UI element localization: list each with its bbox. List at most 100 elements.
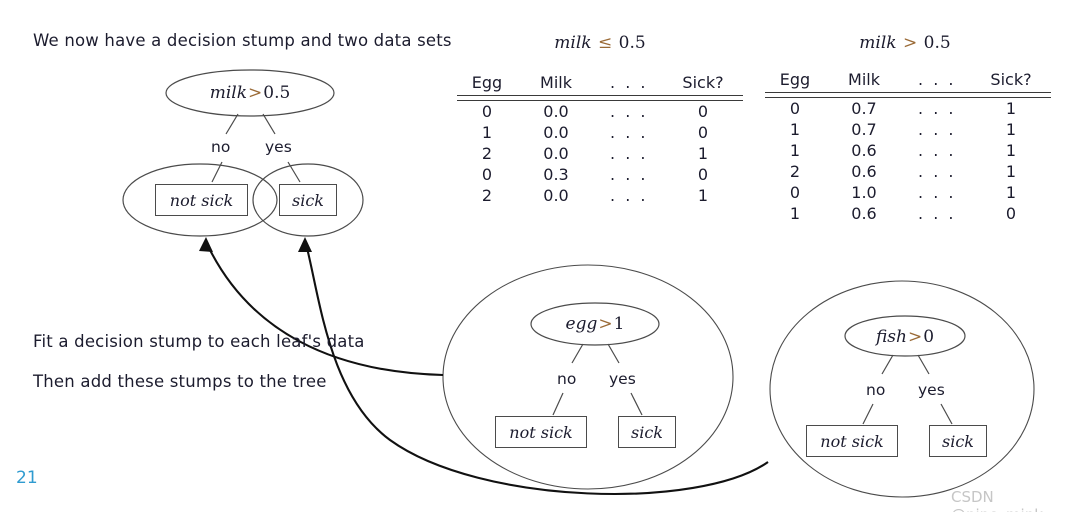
arrow-fish-to-right-leaf-head [298,237,312,252]
cell-dots: . . . [610,102,648,121]
substump-egg-leaf-not-sick: not sick [495,416,587,448]
table-2-header-row: Egg Milk . . . Sick? [765,69,1051,93]
substump-fish-edge-no-leaf [862,403,874,425]
substump-egg-branch-no-label: no [557,370,577,388]
table-1-col-dots: . . . [610,73,648,92]
substump-egg-leaf-sick: sick [618,416,676,448]
substump-fish-branch-no-label: no [866,381,886,399]
substump-fish-edge-yes [917,354,930,375]
table-row: 2 0.0 . . . 1 [457,143,743,164]
substump-egg-value: 1 [613,314,625,334]
substump-fish-var: fish [875,327,907,347]
cell-egg: 0 [481,165,493,184]
table-row: 0 0.3 . . . 0 [457,164,743,185]
main-root-value: 0.5 [263,83,291,103]
main-root-label: milk > 0.5 [166,81,334,105]
main-branch-no-label: no [211,138,231,156]
cell-dots: . . . [918,120,956,139]
slide-canvas: We now have a decision stump and two dat… [0,0,1090,512]
cell-sick: 0 [697,102,709,121]
table-1-col-egg: Egg [471,73,503,92]
cell-milk: 0.0 [543,186,569,205]
cell-egg: 0 [789,183,801,202]
substump-fish-edge-yes-leaf [940,403,953,425]
cell-dots: . . . [610,165,648,184]
table-1-caption-value: 0.5 [618,33,646,53]
page-number: 21 [16,468,38,488]
substump-egg-var: egg [565,314,598,334]
cell-egg: 2 [789,162,801,181]
substump-fish-ellipse [769,280,1035,498]
table-row: 1 0.6 . . . 0 [765,203,1051,224]
main-edge-no [225,113,239,135]
intro-text: We now have a decision stump and two dat… [33,31,452,50]
table-2-caption-value: 0.5 [923,33,951,53]
main-edge-yes [262,113,276,135]
cell-dots: . . . [610,144,648,163]
substump-fish-op: > [907,327,923,347]
cell-egg: 0 [789,99,801,118]
substump-fish-root-label: fish > 0 [845,326,965,348]
cell-egg: 2 [481,186,493,205]
table-2-body: 0 0.7 . . . 1 1 0.7 . . . 1 1 0.6 . . . … [765,98,1051,225]
table-2-col-dots: . . . [918,70,956,89]
cell-milk: 0.0 [543,123,569,142]
cell-sick: 1 [1005,120,1017,139]
cell-sick: 1 [1005,183,1017,202]
fit-stump-text: Fit a decision stump to each leaf's data [33,332,365,351]
cell-dots: . . . [918,204,956,223]
cell-sick: 0 [1005,204,1017,223]
cell-sick: 1 [697,144,709,163]
substump-egg-root-ellipse [530,302,660,346]
substump-fish-leaf-not-sick: not sick [806,425,898,457]
cell-milk: 0.6 [851,141,877,160]
cell-sick: 0 [697,123,709,142]
table-row: 0 0.0 . . . 0 [457,101,743,123]
table-1-caption-var: milk [554,33,592,53]
cell-dots: . . . [918,99,956,118]
table-1-caption-op: ≤ [598,33,613,53]
cell-sick: 1 [1005,141,1017,160]
cell-dots: . . . [610,123,648,142]
table-1-header-row: Egg Milk . . . Sick? [457,72,743,96]
arrow-egg-to-left-leaf [208,247,444,377]
cell-milk: 0.6 [851,162,877,181]
substump-egg-op: > [598,314,613,334]
table-row: 2 0.0 . . . 1 [457,185,743,206]
main-root-ellipse [165,69,335,117]
data-table-milk-gt: Egg Milk . . . Sick? 0 0.7 . . . 1 1 0.7… [765,69,1051,224]
table-1-col-milk: Milk [540,73,572,92]
substump-egg-root-label: egg > 1 [531,313,659,335]
cell-sick: 1 [1005,162,1017,181]
cell-sick: 1 [697,186,709,205]
cell-dots: . . . [918,162,956,181]
substump-egg-edge-yes-leaf [630,392,643,416]
substump-egg-branch-yes-label: yes [609,370,636,388]
table-row: 1 0.0 . . . 0 [457,122,743,143]
watermark-text: CSDN @nine_mink [951,488,1043,512]
main-edge-yes-leaf [287,161,301,183]
cell-egg: 1 [789,141,801,160]
cell-egg: 2 [481,144,493,163]
cell-milk: 0.7 [851,120,877,139]
table-row: 0 0.7 . . . 1 [765,98,1051,120]
substump-fish-root-ellipse [844,315,966,357]
table-2-caption-op: > [903,33,918,53]
substump-fish-leaf-sick: sick [929,425,987,457]
cell-milk: 0.7 [851,99,877,118]
table-row: 0 1.0 . . . 1 [765,182,1051,203]
cell-egg: 1 [789,120,801,139]
table-row: 2 0.6 . . . 1 [765,161,1051,182]
main-root-var: milk [209,83,247,103]
cell-egg: 1 [789,204,801,223]
add-stumps-text: Then add these stumps to the tree [33,372,327,391]
cell-milk: 0.3 [543,165,569,184]
cell-sick: 1 [1005,99,1017,118]
main-leaf-sick: sick [279,184,337,216]
substump-egg-edge-no [571,343,584,364]
substump-egg-ellipse [442,264,734,490]
cell-milk: 0.6 [851,204,877,223]
table-2-col-sick: Sick? [990,70,1032,89]
table-2-col-egg: Egg [779,70,811,89]
main-branch-yes-label: yes [265,138,292,156]
